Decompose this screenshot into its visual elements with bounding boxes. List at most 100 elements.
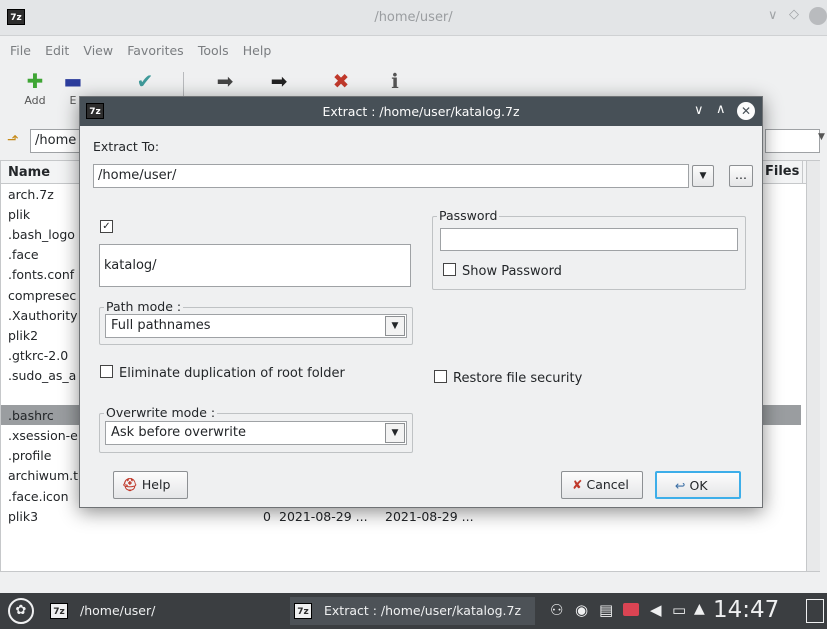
table-row[interactable]: compresec [8,288,76,303]
overwrite-mode-value: Ask before overwrite [111,425,246,440]
delete-x-icon: ✖ [332,69,350,93]
clock[interactable]: 14:47 [713,597,779,623]
maximize-icon[interactable]: ◇ [789,7,799,22]
path-combo[interactable] [765,129,820,153]
dialog-close-icon[interactable]: ✕ [737,102,755,120]
browse-button[interactable]: ... [729,165,753,187]
ok-button[interactable]: ↩ OK [655,471,741,499]
file-name: .face.icon [8,488,69,504]
table-row[interactable]: .xsession-e [8,428,78,443]
checkbox-box [443,263,456,276]
main-titlebar[interactable]: 7z /home/user/ ∨ ◇ [0,0,827,36]
restore-security-checkbox[interactable]: Restore file security [434,370,582,386]
restore-security-label: Restore file security [453,371,583,386]
path-mode-label: Path mode : [104,299,184,314]
table-row[interactable]: plik3 0 2021-08-29 ... 2021-08-29 ... [8,508,474,524]
table-row[interactable]: .bash_logo [8,227,75,242]
table-row[interactable]: .gtkrc-2.0 [8,348,68,363]
volume-icon[interactable]: ◀ [650,601,662,619]
dialog-maximize-icon[interactable]: ∧ [716,102,726,117]
table-row[interactable]: .profile [8,448,51,463]
table-row[interactable]: archiwum.t [8,468,78,483]
table-row[interactable]: .face.icon52021-08-13 ...2021-08-13 ... [8,488,474,504]
move-button[interactable]: ➡ [254,68,304,94]
statusbar [0,572,827,594]
menu-view[interactable]: View [83,43,113,58]
password-group: Password Show Password [432,208,746,290]
column-name[interactable]: Name [8,165,50,180]
minus-icon: ▬ [63,69,83,93]
tray-expand-icon[interactable]: ▲ [694,601,705,617]
copy-button[interactable]: ➡ [200,68,250,94]
plus-icon: ✚ [26,69,44,93]
chevron-down-icon[interactable]: ▼ [818,132,825,142]
task-7z-icon: 7z [294,603,312,619]
folder-up-icon[interactable]: ⬏ [7,132,19,148]
table-row[interactable]: katalog.7z [8,388,73,403]
file-name: .gtkrc-2.0 [8,347,69,363]
main-window-title: /home/user/ [374,10,453,25]
screenshot-icon[interactable] [623,603,639,616]
display-icon[interactable]: ▭ [672,601,686,619]
menu-favorites[interactable]: Favorites [127,43,183,58]
help-button[interactable]: ⛑ Help [113,471,188,499]
table-row[interactable]: .face [8,247,39,262]
vertical-scrollbar[interactable] [806,161,820,571]
file-name: .face [8,247,39,263]
minimize-icon[interactable]: ∨ [768,8,778,23]
dialog-titlebar[interactable]: 7z Extract : /home/user/katalog.7z ∨ ∧ ✕ [80,97,762,126]
task-home-user[interactable]: 7z /home/user/ [46,597,286,625]
taskbar: ✿ 7z /home/user/ 7z Extract : /home/user… [0,593,827,629]
add-label: Add [24,94,46,107]
clipboard-icon[interactable]: ▤ [599,601,613,619]
application-launcher-icon[interactable]: ✿ [8,598,34,624]
password-input[interactable] [440,228,738,251]
menu-help[interactable]: Help [243,43,272,58]
subfolder-checkbox[interactable]: ✓ [100,220,113,233]
menu-tools[interactable]: Tools [198,43,229,58]
extract-label: E [69,94,77,107]
table-row[interactable]: .fonts.conf [8,267,74,282]
file-name: .xsession-e [8,428,78,444]
menubar: File Edit View Favorites Tools Help [0,37,827,61]
extract-to-input[interactable]: /home/user/ [93,164,689,188]
help-label: Help [141,477,171,492]
file-size: 0 [263,508,271,524]
checkbox-box [100,365,113,378]
task-extract-label: Extract : /home/user/katalog.7z [324,603,522,618]
network-icon[interactable]: ⚇ [550,601,563,619]
file-name: plik2 [8,327,39,343]
table-row[interactable]: plik2 [8,328,38,343]
cancel-x-icon: ✘ [572,477,583,492]
chevron-down-icon: ▼ [385,423,405,443]
path-mode-group: Path mode : Full pathnames ▼ [99,299,413,345]
update-icon[interactable]: ◉ [575,601,588,619]
test-button[interactable]: ✔ [120,68,170,94]
info-button[interactable]: ℹ [370,68,420,94]
task-extract-dialog[interactable]: 7z Extract : /home/user/katalog.7z [290,597,535,625]
cancel-button[interactable]: ✘ Cancel [561,471,643,499]
add-button[interactable]: ✚ Add [10,68,60,107]
table-row[interactable]: arch.7z [8,187,54,202]
eliminate-duplication-checkbox[interactable]: Eliminate duplication of root folder [100,365,345,381]
table-row[interactable]: .Xauthority [8,308,78,323]
file-name: .sudo_as_a [8,367,77,383]
delete-button[interactable]: ✖ [316,68,366,94]
table-row[interactable]: .sudo_as_a [8,368,76,383]
show-desktop-icon[interactable] [806,599,824,623]
table-row[interactable]: plik [8,207,30,222]
ok-label: OK [689,478,708,493]
path-mode-select[interactable]: Full pathnames ▼ [105,314,407,338]
column-files[interactable]: Files [761,161,803,183]
close-icon[interactable] [809,7,827,25]
menu-edit[interactable]: Edit [45,43,69,58]
file-name: plik3 [8,508,39,524]
overwrite-mode-select[interactable]: Ask before overwrite ▼ [105,421,407,445]
toolbar-separator [183,72,184,98]
table-row[interactable]: .bashrc [8,408,54,423]
menu-file[interactable]: File [10,43,31,58]
extract-to-dropdown-button[interactable]: ▼ [692,165,714,187]
show-password-checkbox[interactable]: Show Password [443,263,562,279]
dialog-minimize-icon[interactable]: ∨ [694,103,704,118]
subfolder-input[interactable]: katalog/ [99,244,411,287]
